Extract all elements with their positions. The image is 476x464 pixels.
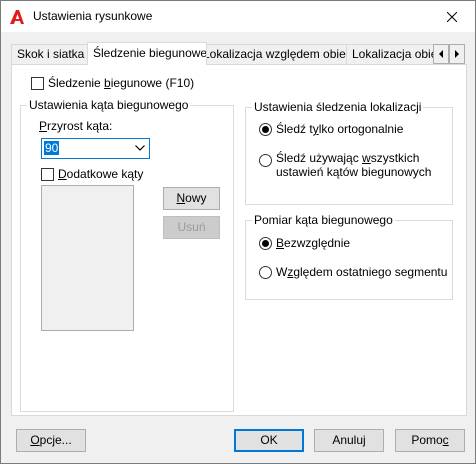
relative-last-segment-label: Względem ostatniego segmentu xyxy=(276,265,448,279)
tab-object-snap-tracking[interactable]: Lokalizacja obiek xyxy=(346,44,438,64)
tab-strip: Skok i siatka Śledzenie biegunowe Lokali… xyxy=(11,42,465,65)
absolute-radio[interactable] xyxy=(259,237,272,250)
tab-label: Śledzenie biegunowe xyxy=(93,46,207,60)
additional-angles-list[interactable] xyxy=(41,185,134,331)
group-title: Ustawienia kąta biegunowego xyxy=(27,98,191,112)
group-title: Pomiar kąta biegunowego xyxy=(252,213,395,227)
track-orthogonal-label: Śledź tylko ortogonalnie xyxy=(276,122,404,136)
delete-angle-button[interactable]: Usuń xyxy=(163,216,220,239)
increment-angle-label: Przyrost kąta: xyxy=(39,119,113,133)
cancel-button[interactable]: Anuluj xyxy=(314,429,384,452)
tab-snap-grid[interactable]: Skok i siatka xyxy=(11,44,89,64)
additional-angles-checkbox[interactable] xyxy=(41,168,54,181)
tab-label: Lokalizacja względem obiektu xyxy=(203,47,352,61)
polar-tracking-checkbox[interactable] xyxy=(31,77,44,90)
polar-angle-settings-group: Ustawienia kąta biegunowego Przyrost kąt… xyxy=(20,98,234,412)
button-label: Usuń xyxy=(177,220,206,234)
window-title: Ustawienia rysunkowe xyxy=(33,9,153,23)
close-icon xyxy=(447,11,457,22)
autocad-logo-icon xyxy=(10,10,24,24)
chevron-right-icon xyxy=(455,50,459,58)
group-title: Ustawienia śledzenia lokalizacji xyxy=(252,100,424,114)
tab-label: Skok i siatka xyxy=(17,47,85,61)
tab-polar-tracking[interactable]: Śledzenie biegunowe xyxy=(87,42,207,65)
polar-tracking-panel: Śledzenie biegunowe (F10) Ustawienia kąt… xyxy=(11,64,467,416)
help-button[interactable]: Pomoc xyxy=(395,429,465,452)
tab-object-snap[interactable]: Lokalizacja względem obiektu xyxy=(197,44,352,64)
track-all-polar-radio[interactable] xyxy=(259,154,272,167)
button-label: Anuluj xyxy=(332,433,366,447)
polar-tracking-label: Śledzenie biegunowe (F10) xyxy=(48,76,195,90)
dialog-window: Ustawienia rysunkowe Skok i siatka Śledz… xyxy=(0,0,476,464)
track-all-polar-label-line2: ustawień kątów biegunowych xyxy=(276,165,432,179)
increment-angle-combo[interactable]: 90 xyxy=(41,138,150,159)
object-snap-tracking-group: Ustawienia śledzenia lokalizacji Śledź t… xyxy=(245,100,453,205)
track-all-polar-label: Śledź używając wszystkich xyxy=(276,151,420,165)
ok-button[interactable]: OK xyxy=(234,429,304,452)
polar-angle-measurement-group: Pomiar kąta biegunowego Bezwzględnie Wzg… xyxy=(245,213,453,300)
chevron-left-icon xyxy=(439,50,443,58)
options-button[interactable]: Opcje... xyxy=(16,429,86,452)
close-button[interactable] xyxy=(429,1,475,32)
additional-angles-label: Dodatkowe kąty xyxy=(58,167,144,181)
tab-scroll-right[interactable] xyxy=(449,44,465,64)
absolute-label: Bezwzględnie xyxy=(276,236,351,250)
increment-angle-value: 90 xyxy=(44,141,60,155)
relative-last-segment-radio[interactable] xyxy=(259,266,272,279)
track-orthogonal-radio[interactable] xyxy=(259,123,272,136)
title-bar[interactable]: Ustawienia rysunkowe xyxy=(1,1,475,32)
button-label: OK xyxy=(260,433,278,447)
chevron-down-icon xyxy=(135,145,145,151)
tab-scroll-left[interactable] xyxy=(433,44,449,64)
tab-label: Lokalizacja obiek xyxy=(352,47,438,61)
new-angle-button[interactable]: Nowy xyxy=(163,187,220,210)
